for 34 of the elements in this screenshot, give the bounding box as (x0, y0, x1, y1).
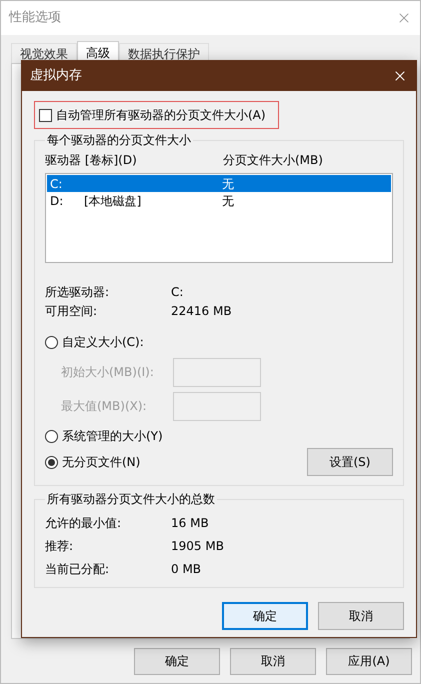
info-label: 可用空间: (45, 302, 98, 320)
auto-manage-checkbox[interactable]: 自动管理所有驱动器的分页文件大小(A) (34, 101, 279, 129)
radio-option[interactable]: 无分页文件(N) (45, 453, 140, 471)
dialog-button[interactable]: 取消 (230, 648, 316, 674)
field-label: 初始大小(MB)(I): (61, 364, 155, 381)
total-label: 允许的最小值: (45, 514, 122, 532)
radio-button[interactable] (45, 430, 58, 442)
info-value: C: (171, 284, 184, 300)
column-header: 分页文件大小(MB) (223, 152, 323, 169)
group-title: 所有驱动器分页文件大小的总数 (46, 491, 216, 508)
dialog-title: 虚拟内存 (30, 67, 82, 86)
radio-option[interactable]: 自定义大小(C): (45, 333, 144, 351)
window-title: 性能选项 (9, 9, 61, 28)
column-header: 驱动器 [卷标](D) (45, 152, 138, 169)
radio-button[interactable] (45, 456, 58, 468)
checkbox[interactable] (39, 108, 52, 122)
total-label: 当前已分配: (45, 560, 110, 578)
radio-option[interactable]: 系统管理的大小(Y) (45, 427, 163, 445)
dialog-button[interactable]: 应用(A) (326, 648, 412, 674)
info-label: 所选驱动器: (45, 284, 110, 300)
total-value: 0 MB (171, 560, 202, 578)
group-title: 每个驱动器的分页文件大小 (46, 132, 192, 149)
drive-row[interactable]: D: [本地磁盘] 无 (47, 192, 391, 209)
total-label: 推荐: (45, 538, 74, 554)
dialog-button[interactable]: 取消 (318, 602, 404, 630)
field-label: 最大值(MB)(X): (61, 398, 148, 415)
info-value: 22416 MB (171, 302, 232, 320)
total-value: 1905 MB (171, 538, 224, 554)
radio-button[interactable] (45, 336, 58, 348)
dialog-button[interactable]: 确定 (134, 648, 220, 674)
dialog-button[interactable]: 确定 (222, 602, 308, 630)
drive-row[interactable]: C: 无 (47, 175, 391, 192)
set-button[interactable]: 设置(S) (307, 448, 393, 476)
total-value: 16 MB (171, 514, 209, 532)
